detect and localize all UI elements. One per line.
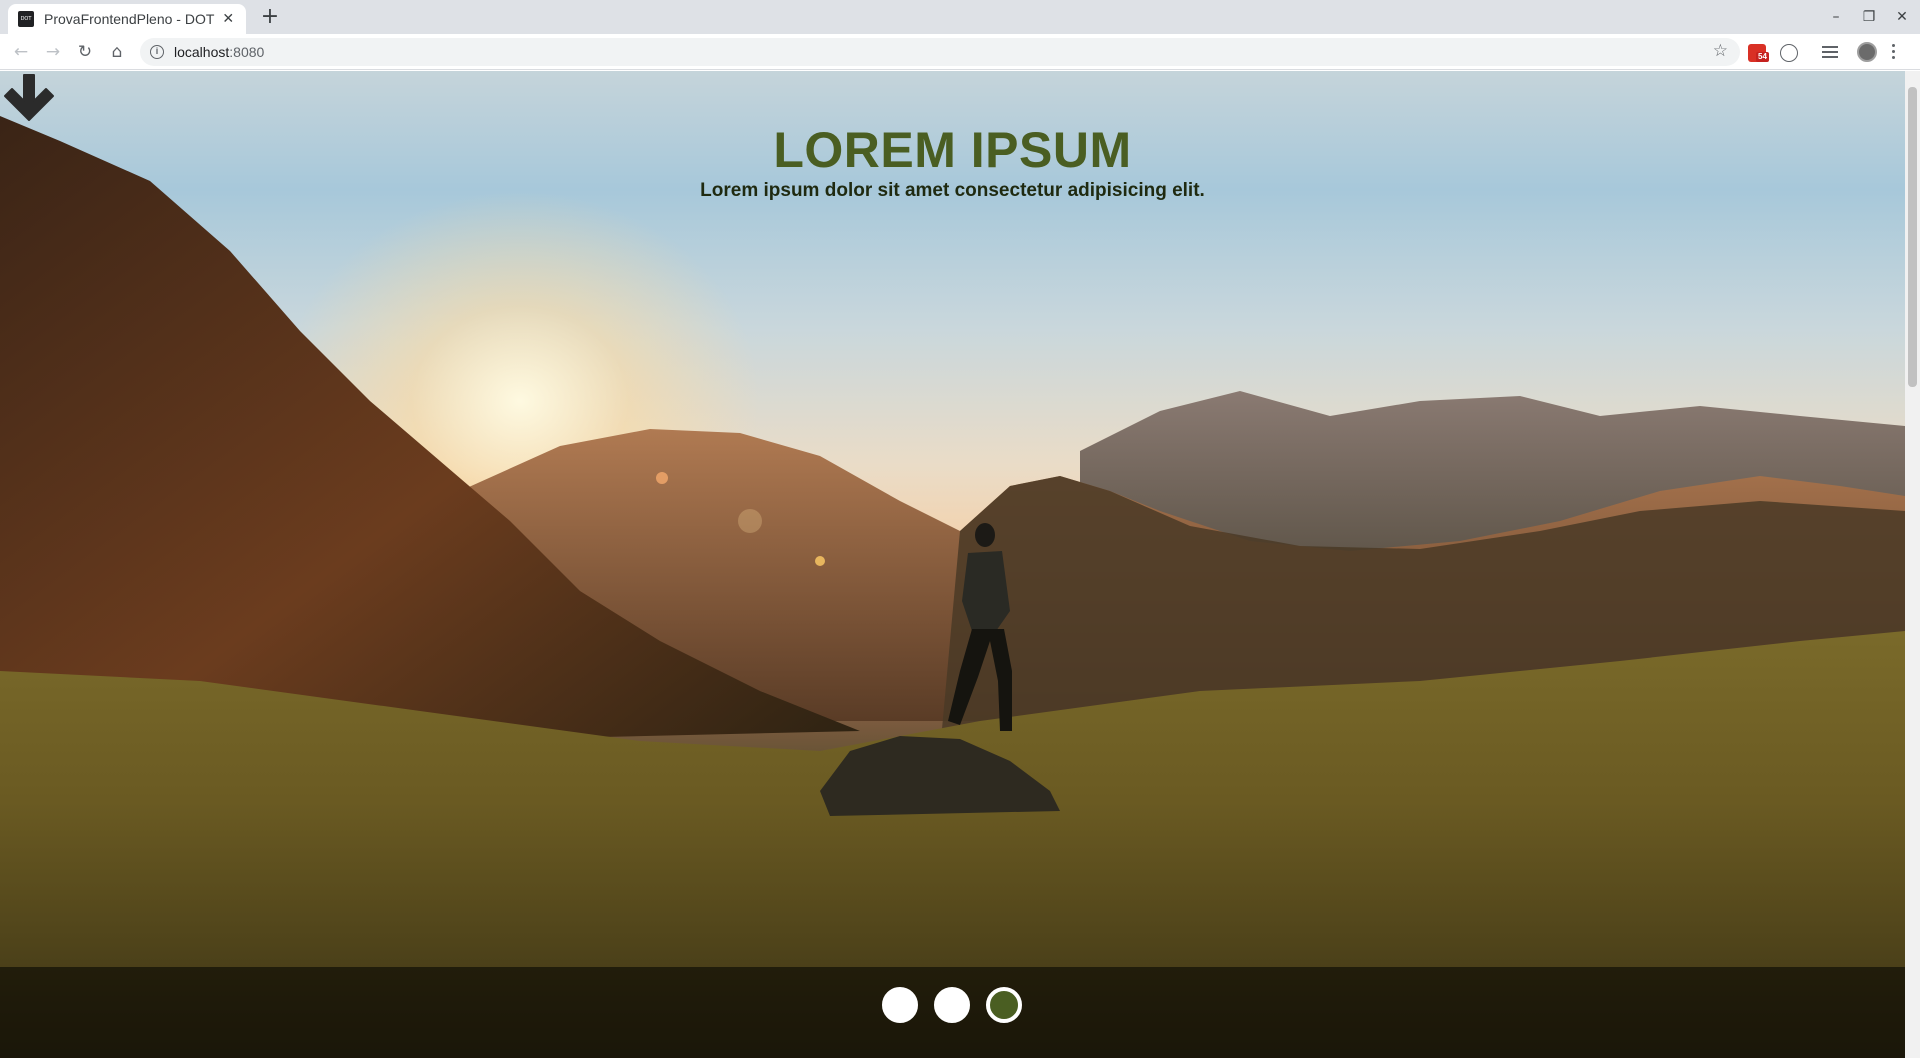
- scroll-thumb[interactable]: [1908, 87, 1917, 387]
- favicon-icon: DOT: [18, 11, 34, 27]
- arrow-down-icon[interactable]: [0, 71, 58, 129]
- tab-title: ProvaFrontendPleno - DOT: [44, 11, 215, 27]
- page-scrollbar[interactable]: [1905, 71, 1920, 1058]
- browser-tab[interactable]: DOT ProvaFrontendPleno - DOT ✕: [8, 4, 246, 34]
- slide-dot-1[interactable]: [882, 987, 918, 1023]
- info-icon[interactable]: i: [150, 45, 164, 59]
- new-tab-button[interactable]: +: [258, 5, 282, 29]
- profile-icon[interactable]: [1857, 42, 1877, 62]
- hero-section: LOREM IPSUM Lorem ipsum dolor sit amet c…: [0, 71, 1905, 1058]
- gmail-icon[interactable]: 54: [1748, 44, 1769, 62]
- slide-dot-2[interactable]: [934, 987, 970, 1023]
- browser-toolbar: ← → ↻ ⌂ i localhost:8080 ☆ 54: [0, 34, 1920, 70]
- slide-dot-3[interactable]: [986, 987, 1022, 1023]
- star-icon[interactable]: ☆: [1713, 41, 1728, 61]
- url-text[interactable]: localhost:8080: [174, 44, 264, 60]
- page-viewport: LOREM IPSUM Lorem ipsum dolor sit amet c…: [0, 71, 1905, 1058]
- slider-pagination: [0, 967, 1905, 1058]
- restore-button[interactable]: ❐: [1858, 6, 1880, 28]
- close-window-button[interactable]: ✕: [1891, 6, 1913, 28]
- tab-strip: DOT ProvaFrontendPleno - DOT ✕ + – ❐ ✕: [0, 0, 1920, 34]
- hero-heading-group: LOREM IPSUM Lorem ipsum dolor sit amet c…: [0, 121, 1905, 203]
- media-icon[interactable]: [1822, 46, 1838, 60]
- hero-background-image: [0, 116, 1905, 1058]
- url-port: :8080: [229, 44, 265, 60]
- gmail-badge: 54: [1756, 52, 1769, 62]
- reload-icon[interactable]: ↻: [73, 40, 97, 64]
- tab-close-icon[interactable]: ✕: [221, 11, 237, 27]
- forward-arrow-icon[interactable]: →: [41, 40, 65, 64]
- url-host: localhost: [174, 44, 230, 60]
- back-arrow-icon[interactable]: ←: [9, 40, 33, 64]
- menu-icon[interactable]: [1892, 44, 1896, 60]
- page-title: LOREM IPSUM: [773, 122, 1132, 178]
- extension-icon[interactable]: [1780, 44, 1798, 62]
- address-bar[interactable]: i localhost:8080 ☆: [140, 38, 1740, 66]
- hero-subtitle: Lorem ipsum dolor sit amet consectetur a…: [700, 180, 1205, 201]
- minimize-button[interactable]: –: [1825, 6, 1847, 28]
- home-icon[interactable]: ⌂: [105, 40, 129, 64]
